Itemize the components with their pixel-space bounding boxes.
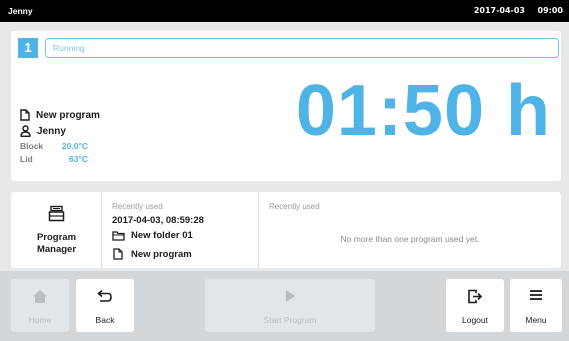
document-icon	[113, 248, 123, 260]
recent-timestamp: 2017-04-03, 08:59:28	[112, 215, 204, 226]
run-status-text: Running	[53, 43, 85, 53]
recent-panel: Program Manager Recently used 2017-04-03…	[11, 192, 561, 268]
lid-temp-label: Lid	[20, 154, 33, 164]
program-manager-label-1: Program	[36, 232, 77, 243]
program-manager-label-2: Manager	[36, 244, 77, 255]
menu-label: Menu	[525, 315, 547, 325]
logout-button[interactable]: Logout	[446, 279, 504, 332]
document-icon	[20, 109, 30, 121]
hamburger-menu-icon	[530, 290, 542, 300]
back-label: Back	[95, 315, 115, 325]
run-panel[interactable]: 1 Running New program Jenny Block 20.0°C	[11, 31, 561, 181]
lid-temp-row: Lid 63°C	[20, 154, 100, 167]
block-number-badge: 1	[18, 38, 38, 58]
user-row: Jenny	[20, 123, 100, 139]
status-time: 09:00	[537, 6, 563, 15]
block-temp-label: Block	[20, 141, 44, 151]
recently-used-header: Recently used	[112, 202, 163, 211]
program-manager-icon	[48, 205, 65, 222]
program-info: New program Jenny Block 20.0°C Lid 63°C	[20, 107, 100, 167]
home-label: Home	[28, 315, 52, 325]
block-temp-value: 20.0°C	[61, 141, 88, 151]
play-icon	[286, 290, 295, 302]
logout-icon	[468, 289, 483, 304]
recent-program-name: New program	[131, 248, 192, 260]
block-temp-row: Block 20.0°C	[20, 141, 100, 154]
recently-used-list: Recently used 2017-04-03, 08:59:28 New f…	[102, 192, 259, 268]
status-user: Jenny	[8, 6, 33, 16]
menu-button[interactable]: Menu	[510, 279, 562, 332]
folder-icon	[112, 231, 125, 241]
recent-folder-item[interactable]: New folder 01	[112, 230, 193, 241]
program-name-row: New program	[20, 107, 100, 123]
home-icon	[33, 290, 47, 303]
recent-empty-message: No more than one program used yet.	[340, 234, 480, 244]
bottom-navigation: Home Back Start Program Logout Menu	[0, 271, 569, 341]
recently-used-secondary: Recently used No more than one program u…	[259, 192, 561, 268]
logout-label: Logout	[462, 315, 488, 325]
lid-temp-value: 63°C	[69, 154, 88, 164]
recently-used-header-2: Recently used	[269, 202, 320, 211]
status-date: 2017-04-03	[473, 6, 525, 15]
back-arrow-icon	[97, 289, 112, 302]
run-status-field[interactable]: Running	[45, 38, 559, 58]
recent-program-item[interactable]: New program	[112, 248, 192, 260]
run-user: Jenny	[37, 125, 66, 137]
program-manager-button[interactable]: Program Manager	[11, 192, 102, 268]
start-program-label: Start Program	[263, 315, 317, 325]
program-name: New program	[36, 109, 100, 121]
back-button[interactable]: Back	[76, 279, 134, 332]
user-icon	[20, 125, 31, 137]
start-program-button[interactable]: Start Program	[205, 279, 375, 332]
status-bar: Jenny 2017-04-03 09:00	[0, 0, 569, 22]
remaining-time: 01:50 h	[295, 71, 551, 151]
home-button[interactable]: Home	[11, 279, 69, 332]
recent-folder-name: New folder 01	[131, 230, 193, 241]
